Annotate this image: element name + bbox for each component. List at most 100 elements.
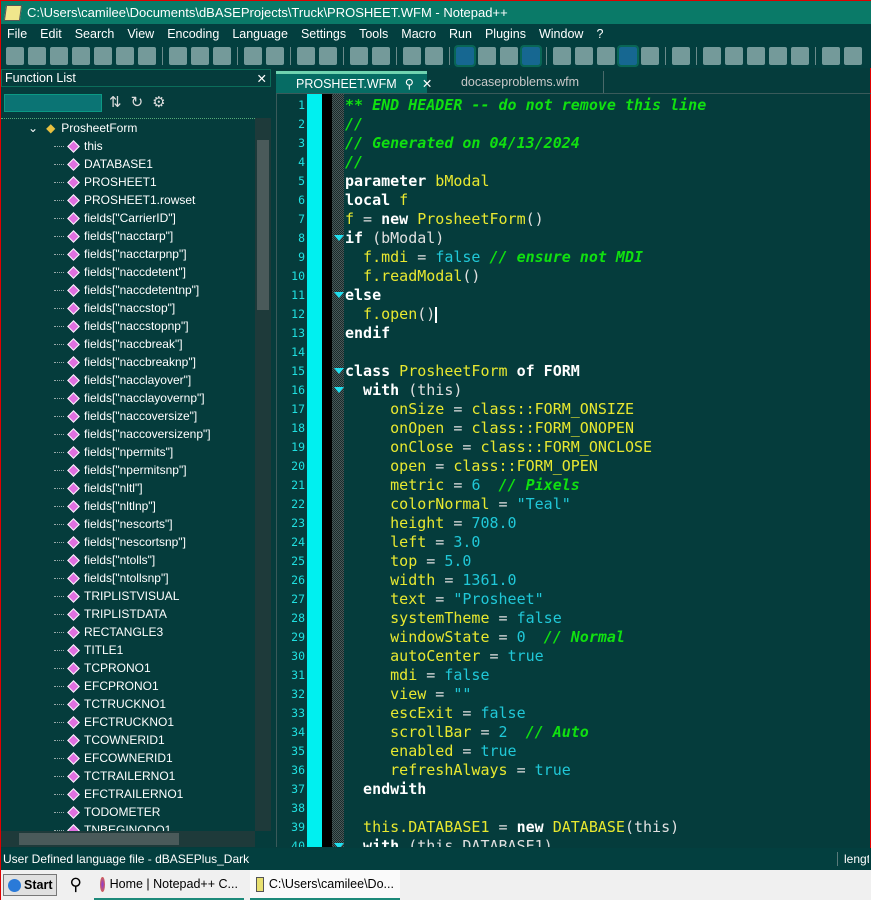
fold-margin[interactable] bbox=[332, 94, 344, 847]
code-line[interactable]: // Generated on 04/13/2024 bbox=[345, 134, 580, 153]
search-icon[interactable]: ⚲ bbox=[69, 875, 81, 895]
code-line[interactable]: metric = 6 // Pixels bbox=[345, 476, 580, 495]
save-all-icon[interactable] bbox=[72, 47, 90, 65]
menu-encoding[interactable]: Encoding bbox=[167, 27, 219, 41]
code-line[interactable]: colorNormal = "Teal" bbox=[345, 495, 571, 514]
tree-item[interactable]: EFCOWNERID1 bbox=[1, 749, 255, 767]
stop-macro-icon[interactable] bbox=[725, 47, 743, 65]
code-line[interactable]: onClose = class::FORM_ONCLOSE bbox=[345, 438, 652, 457]
menu-window[interactable]: Window bbox=[539, 27, 583, 41]
code-line[interactable]: with (this.DATABASE1) bbox=[345, 837, 553, 847]
code-line[interactable]: view = "" bbox=[345, 685, 471, 704]
tree-item[interactable]: fields["nacctarp"] bbox=[1, 227, 255, 245]
tree-item[interactable]: fields["nltlnp"] bbox=[1, 497, 255, 515]
doc-map-icon[interactable] bbox=[575, 47, 593, 65]
tree-item[interactable]: RECTANGLE3 bbox=[1, 623, 255, 641]
open-file-icon[interactable] bbox=[28, 47, 46, 65]
indent-guide-icon[interactable] bbox=[520, 45, 542, 67]
code-line[interactable]: local f bbox=[345, 191, 408, 210]
code-line[interactable]: enabled = true bbox=[345, 742, 516, 761]
dropdown-icon[interactable] bbox=[500, 47, 518, 65]
code-editor[interactable]: 1 ** END HEADER -- do not remove this lin… bbox=[276, 93, 871, 847]
sync-h-icon[interactable] bbox=[425, 47, 443, 65]
fold-arrow-icon[interactable] bbox=[334, 387, 344, 393]
code-line[interactable]: with (this) bbox=[345, 381, 462, 400]
code-line[interactable]: endwith bbox=[345, 780, 426, 799]
menu-file[interactable]: File bbox=[7, 27, 27, 41]
plugin-a-icon[interactable] bbox=[822, 47, 840, 65]
code-line[interactable]: endif bbox=[345, 324, 390, 343]
code-line[interactable]: onSize = class::FORM_ONSIZE bbox=[345, 400, 634, 419]
redo-icon[interactable] bbox=[266, 47, 284, 65]
task-notepadpp[interactable]: C:\Users\camilee\Do... bbox=[249, 870, 400, 900]
tree-item[interactable]: TODOMETER bbox=[1, 803, 255, 821]
code-line[interactable]: if (bModal) bbox=[345, 229, 444, 248]
code-line[interactable]: left = 3.0 bbox=[345, 533, 480, 552]
tree-item[interactable]: fields["naccstopnp"] bbox=[1, 317, 255, 335]
code-line[interactable]: mdi = false bbox=[345, 666, 489, 685]
pin-icon[interactable]: ⚲ bbox=[405, 76, 414, 91]
doc-list-icon[interactable] bbox=[597, 47, 615, 65]
tree-item[interactable]: TCPRONO1 bbox=[1, 659, 255, 677]
chevron-down-icon[interactable]: ⌄ bbox=[28, 121, 38, 135]
code-line[interactable]: this.DATABASE1 = new DATABASE(this) bbox=[345, 818, 679, 837]
code-line[interactable]: escExit = false bbox=[345, 704, 525, 723]
fold-arrow-icon[interactable] bbox=[334, 235, 344, 241]
code-line[interactable]: top = 5.0 bbox=[345, 552, 471, 571]
tree-item[interactable]: fields["npermitsnp"] bbox=[1, 461, 255, 479]
code-line[interactable]: windowState = 0 // Normal bbox=[345, 628, 625, 647]
tree-item[interactable]: PROSHEET1 bbox=[1, 173, 255, 191]
menu-edit[interactable]: Edit bbox=[40, 27, 62, 41]
menu-tools[interactable]: Tools bbox=[359, 27, 388, 41]
code-line[interactable]: parameter bModal bbox=[345, 172, 490, 191]
show-all-icon[interactable] bbox=[478, 47, 496, 65]
tree-item[interactable]: fields["naccbreak"] bbox=[1, 335, 255, 353]
code-line[interactable]: f.readModal() bbox=[345, 267, 480, 286]
menu-plugins[interactable]: Plugins bbox=[485, 27, 526, 41]
tree-item[interactable]: fields["npermits"] bbox=[1, 443, 255, 461]
tab-docaseproblems[interactable]: docaseproblems.wfm bbox=[427, 71, 604, 93]
code-line[interactable]: open = class::FORM_OPEN bbox=[345, 457, 598, 476]
tree-item[interactable]: PROSHEET1.rowset bbox=[1, 191, 255, 209]
fold-arrow-icon[interactable] bbox=[334, 292, 344, 298]
record-macro-icon[interactable] bbox=[703, 47, 721, 65]
copy-icon[interactable] bbox=[191, 47, 209, 65]
gear-icon[interactable]: ⚙ bbox=[152, 93, 165, 111]
code-line[interactable]: scrollBar = 2 // Auto bbox=[345, 723, 589, 742]
tree-item[interactable]: fields["nescortsnp"] bbox=[1, 533, 255, 551]
zoom-in-icon[interactable] bbox=[350, 47, 368, 65]
tree-item[interactable]: TCTRAILERNO1 bbox=[1, 767, 255, 785]
close-all-icon[interactable] bbox=[116, 47, 134, 65]
replace-icon[interactable] bbox=[319, 47, 337, 65]
paste-icon[interactable] bbox=[213, 47, 231, 65]
tree-item[interactable]: fields["naccdetent"] bbox=[1, 263, 255, 281]
zoom-out-icon[interactable] bbox=[372, 47, 390, 65]
code-line[interactable]: f = new ProsheetForm() bbox=[345, 210, 544, 229]
tree-item[interactable]: TCTRUCKNO1 bbox=[1, 695, 255, 713]
code-line[interactable]: autoCenter = true bbox=[345, 647, 544, 666]
menu-language[interactable]: Language bbox=[232, 27, 288, 41]
new-file-icon[interactable] bbox=[6, 47, 24, 65]
word-wrap-icon[interactable] bbox=[454, 45, 476, 67]
tree-item[interactable]: TRIPLISTVISUAL bbox=[1, 587, 255, 605]
tree-item[interactable]: EFCTRAILERNO1 bbox=[1, 785, 255, 803]
folder-workspace-icon[interactable] bbox=[641, 47, 659, 65]
tab-prosheet[interactable]: PROSHEET.WFM ⚲ ✕ bbox=[276, 71, 432, 93]
bookmark-margin[interactable] bbox=[307, 94, 322, 847]
save-macro-icon[interactable] bbox=[791, 47, 809, 65]
task-firefox[interactable]: Home | Notepad++ C... bbox=[93, 870, 244, 900]
save-icon[interactable] bbox=[50, 47, 68, 65]
code-line[interactable]: systemTheme = false bbox=[345, 609, 562, 628]
tree-item[interactable]: fields["nacclayover"] bbox=[1, 371, 255, 389]
horizontal-scrollbar[interactable] bbox=[1, 831, 255, 847]
tree-item[interactable]: fields["naccoversizenp"] bbox=[1, 425, 255, 443]
plugin-b-icon[interactable] bbox=[844, 47, 862, 65]
tree-item[interactable]: fields["nacctarpnp"] bbox=[1, 245, 255, 263]
code-line[interactable]: // bbox=[345, 115, 363, 134]
menu-view[interactable]: View bbox=[127, 27, 154, 41]
code-line[interactable]: ** END HEADER -- do not remove this line bbox=[345, 96, 706, 115]
monitor-icon[interactable] bbox=[672, 47, 690, 65]
play-macro-icon[interactable] bbox=[747, 47, 765, 65]
menu-search[interactable]: Search bbox=[75, 27, 115, 41]
fold-arrow-icon[interactable] bbox=[334, 843, 344, 847]
